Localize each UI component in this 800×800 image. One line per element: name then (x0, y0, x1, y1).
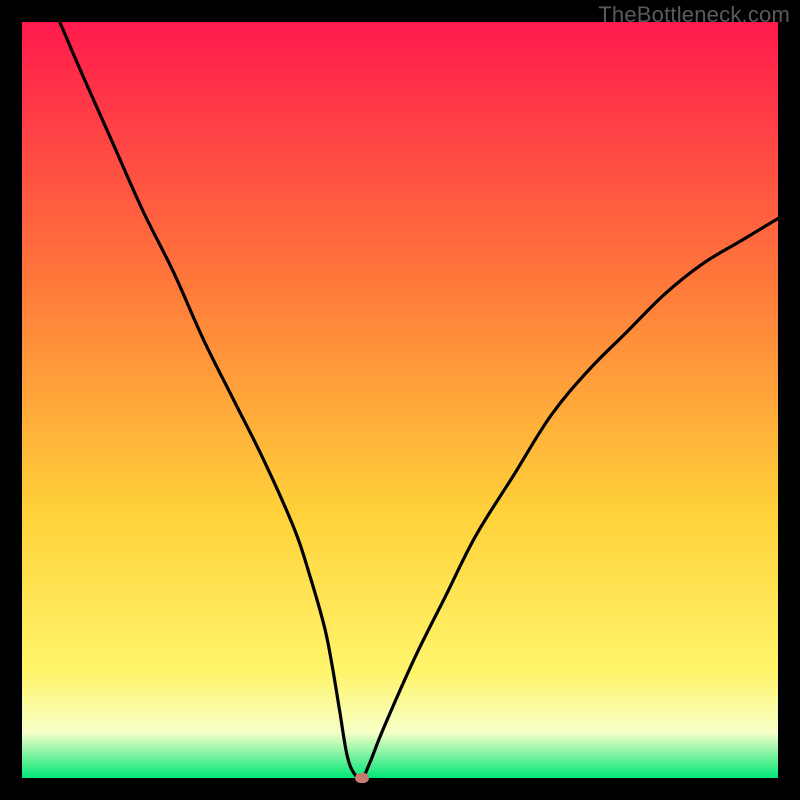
gradient-background (22, 22, 778, 778)
watermark-label: TheBottleneck.com (598, 2, 790, 28)
chart-frame (22, 22, 778, 778)
optimal-point-marker (355, 773, 369, 783)
bottleneck-chart (22, 22, 778, 778)
